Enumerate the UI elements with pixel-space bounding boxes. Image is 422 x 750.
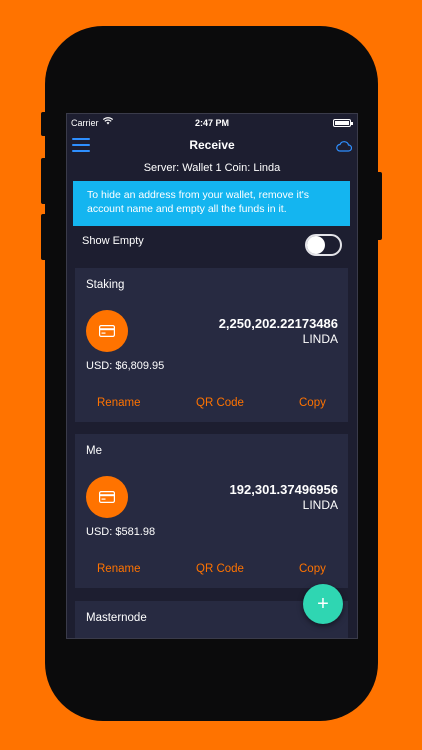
account-balance: 192,301.37496956	[229, 482, 338, 497]
toggle-knob	[307, 236, 325, 254]
copy-button[interactable]: Copy	[299, 397, 326, 409]
qr-code-button[interactable]: QR Code	[196, 563, 244, 575]
rename-button[interactable]: Rename	[97, 563, 140, 575]
cloud-icon[interactable]	[336, 139, 353, 157]
status-bar: Carrier 2:47 PM	[67, 114, 357, 132]
page-title: Receive	[189, 138, 235, 152]
account-card: Me 192,301.37496956 LINDA USD: $581.98 R…	[75, 434, 348, 588]
account-name: Me	[86, 445, 102, 457]
qr-code-button[interactable]: QR Code	[196, 397, 244, 409]
wallet-card-icon	[86, 310, 128, 352]
usd-value: USD: $6,809.95	[86, 360, 165, 372]
account-name: Masternode	[86, 612, 147, 624]
clock: 2:47 PM	[194, 118, 229, 128]
add-account-button[interactable]: +	[303, 584, 343, 624]
app-screen: Carrier 2:47 PM Receive Server: Wallet 1…	[66, 113, 358, 639]
info-banner: To hide an address from your wallet, rem…	[73, 181, 350, 226]
battery-icon	[333, 119, 353, 127]
rename-button[interactable]: Rename	[97, 397, 140, 409]
server-info: Server: Wallet 1 Coin: Linda	[143, 162, 281, 174]
account-card: Staking 2,250,202.22173486 LINDA USD: $6…	[75, 268, 348, 422]
show-empty-toggle[interactable]	[305, 234, 342, 256]
nav-bar: Receive	[67, 132, 357, 158]
usd-value: USD: $581.98	[86, 526, 156, 538]
account-name: Staking	[86, 279, 125, 291]
balance-unit: LINDA	[302, 332, 338, 346]
show-empty-label: Show Empty	[82, 235, 144, 247]
wallet-card-icon	[86, 476, 128, 518]
balance-unit: LINDA	[302, 498, 338, 512]
copy-button[interactable]: Copy	[299, 563, 326, 575]
account-balance: 2,250,202.22173486	[218, 316, 338, 331]
plus-icon: +	[317, 593, 329, 615]
